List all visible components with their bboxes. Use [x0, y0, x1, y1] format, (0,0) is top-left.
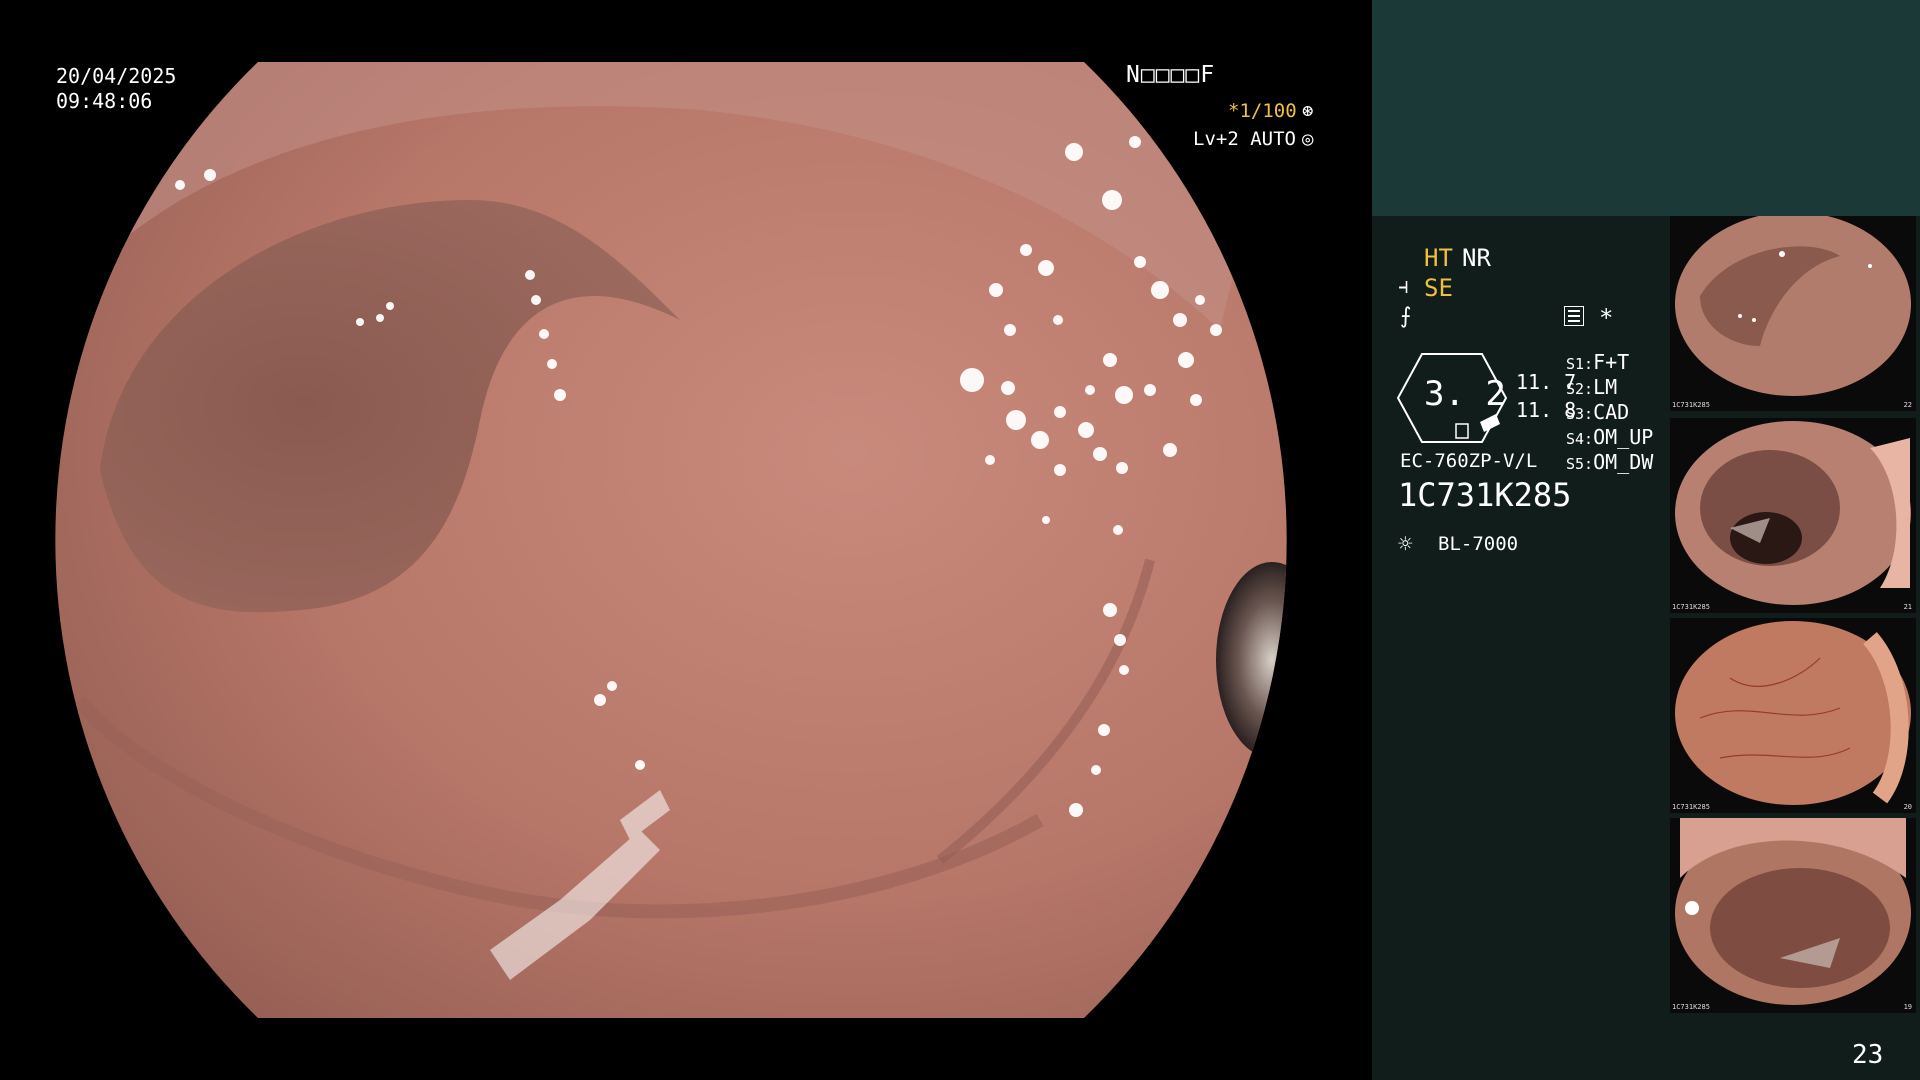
captured-thumbnail[interactable]: 1C731K285 20	[1670, 618, 1916, 813]
endoscope-view: 20/04/2025 09:48:06 N□□□□F *1/100 ⊛ Lv+2…	[0, 0, 1372, 1080]
se-indicator: SE	[1424, 274, 1453, 302]
light-source-icon: ☼	[1398, 530, 1413, 558]
thumbnail-id: 1C731K285	[1672, 401, 1710, 409]
captured-thumbnail[interactable]: 1C731K285 22	[1670, 216, 1916, 411]
thumbnail-index: 21	[1903, 603, 1912, 611]
ratio-value: 3. 2	[1424, 374, 1506, 414]
panel-header-area	[1372, 0, 1920, 216]
preset-s4: S4:OM_UP	[1566, 425, 1654, 449]
captured-thumbnail[interactable]: 1C731K285 21	[1670, 418, 1916, 613]
preset-s3: S3:CAD	[1566, 400, 1630, 424]
thumbnail-id: 1C731K285	[1672, 1003, 1710, 1011]
thumbnail-index: 22	[1903, 401, 1912, 409]
thumbnail-id: 1C731K285	[1672, 603, 1710, 611]
preset-s5: S5:OM_DW	[1566, 450, 1654, 474]
endoscopic-image	[55, 62, 1287, 1018]
time-display: 09:48:06	[56, 89, 153, 113]
shutter-icon: ⊛	[1302, 100, 1314, 122]
status-panel: HT NR ⫞ SE ⨍ * 3. 2 11. 7 11. 8 S1:F+T S…	[1372, 0, 1920, 1080]
menu-icon	[1564, 306, 1584, 326]
nr-indicator: NR	[1462, 244, 1491, 272]
thumbnail-id: 1C731K285	[1672, 803, 1710, 811]
star-indicator: *	[1599, 304, 1614, 332]
scope-model: EC-760ZP-V/L	[1400, 450, 1538, 472]
scope-serial: 1C731K285	[1398, 476, 1572, 514]
light-source: BL-7000	[1438, 533, 1519, 555]
structure-enhancement-icon: ⫞	[1398, 274, 1410, 299]
edge-enhancement-icon: ⨍	[1400, 304, 1412, 329]
brightness-level: Lv+2 AUTO	[1193, 128, 1296, 150]
patient-id: N□□□□F	[1126, 62, 1216, 88]
preset-s1: S1:F+T	[1566, 350, 1630, 374]
shutter-speed: *1/100	[1228, 100, 1297, 122]
auto-iris-icon: ◎	[1302, 128, 1314, 150]
thumbnail-index: 19	[1903, 1003, 1912, 1011]
date-display: 20/04/2025	[56, 64, 177, 88]
page-number: 23	[1852, 1040, 1884, 1070]
ht-indicator: HT	[1424, 244, 1453, 272]
captured-thumbnail[interactable]: 1C731K285 19	[1670, 818, 1916, 1013]
thumbnail-index: 20	[1903, 803, 1912, 811]
preset-s2: S2:LM	[1566, 375, 1618, 399]
